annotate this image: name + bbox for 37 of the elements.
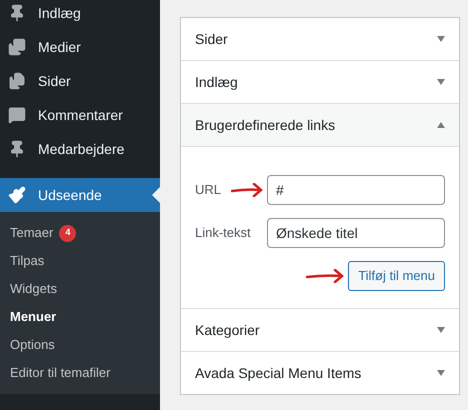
accordion-header[interactable]: Kategorier bbox=[181, 309, 459, 351]
add-to-menu-button[interactable]: Tilføj til menu bbox=[348, 261, 445, 291]
menu-icon bbox=[8, 72, 26, 90]
submenu-item[interactable]: Menuer bbox=[0, 303, 160, 331]
menu-icon bbox=[8, 140, 26, 158]
submenu-item[interactable]: Tilpas bbox=[0, 247, 160, 275]
text-field[interactable]: Ønskede titel bbox=[267, 218, 445, 248]
current-pointer-icon bbox=[152, 187, 160, 203]
expand-caret-icon bbox=[437, 327, 445, 333]
update-count-badge: 4 bbox=[59, 224, 76, 242]
field-label: URL bbox=[195, 181, 222, 200]
accordion-header[interactable]: Avada Special Menu Items bbox=[181, 352, 459, 394]
sidebar-item[interactable]: Kommentarer bbox=[0, 98, 160, 132]
sidebar-item[interactable]: Udseende bbox=[0, 178, 160, 212]
sidebar-item[interactable]: Medarbejdere bbox=[0, 132, 160, 166]
menu-icon bbox=[8, 186, 26, 204]
annotation-arrow-drawing bbox=[306, 269, 344, 283]
sidebar-item[interactable]: Indlæg bbox=[0, 0, 160, 30]
text-field[interactable]: # bbox=[267, 175, 445, 205]
menu-icon bbox=[8, 38, 26, 56]
expand-caret-icon bbox=[437, 370, 445, 376]
accordion-header[interactable]: Sider bbox=[181, 18, 459, 60]
submenu-item[interactable]: Options bbox=[0, 331, 160, 359]
accordion-header[interactable]: Brugerdefinerede links bbox=[181, 104, 459, 146]
menu-icon bbox=[8, 4, 26, 22]
submenu-item[interactable]: Editor til temafiler bbox=[0, 359, 160, 387]
sidebar-item[interactable]: Medier bbox=[0, 30, 160, 64]
field-label: Link-tekst bbox=[195, 224, 251, 242]
expand-caret-icon bbox=[437, 79, 445, 85]
annotation-arrow-drawing bbox=[231, 183, 263, 197]
expand-caret-icon bbox=[437, 36, 445, 42]
submenu-item[interactable]: Temaer 4 bbox=[0, 219, 160, 247]
menu-icon bbox=[8, 106, 26, 124]
collapse-caret-icon bbox=[437, 122, 445, 128]
sidebar-item[interactable]: Sider bbox=[0, 64, 160, 98]
submenu-item[interactable]: Widgets bbox=[0, 275, 160, 303]
accordion-header[interactable]: Indlæg bbox=[181, 61, 459, 103]
